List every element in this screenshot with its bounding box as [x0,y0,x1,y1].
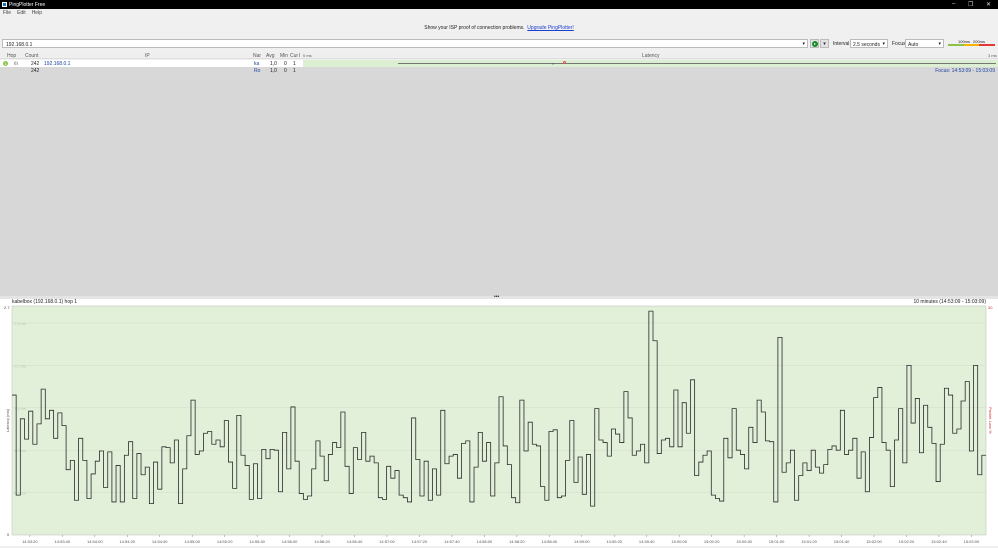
x-tick-label: 14:53:20 [22,539,38,544]
focus-select[interactable]: Auto ▾ [905,39,944,48]
y2-max-label: 30 [988,305,993,310]
table-row[interactable]: 1 ılı 242 192.168.0.1 ka 1,0 0 1 × [0,60,998,67]
col-count[interactable]: Count [25,53,38,59]
latency-range-line [398,63,996,64]
trace-table-header: Hop Count IP Nar Avg Min Cur I 0 ms Late… [0,52,998,59]
x-tick-label: 14:55:40 [249,539,265,544]
x-tick-label: 15:01:40 [834,539,850,544]
x-tick-label: 14:55:20 [217,539,233,544]
x-tick-label: 14:54:20 [119,539,135,544]
interval-label: Interval [833,41,850,47]
col-name[interactable]: Nar [253,53,261,59]
chevron-down-icon[interactable]: ▾ [802,41,805,47]
promo-banner: Show your ISP proof of connection proble… [0,25,998,31]
title-bar: PingPlotter Free – ❐ ✕ [0,0,998,9]
x-tick-label: 14:57:40 [444,539,460,544]
col-avg[interactable]: Avg [266,53,275,59]
x-tick-label: 15:02:00 [866,539,882,544]
x-tick-label: 14:58:40 [542,539,558,544]
cur-marker-icon [563,61,566,64]
summary-row: 242 Ro 1,0 0 1 Focus: 14:53:09 - 15:03:0… [0,67,998,74]
col-latency[interactable]: Latency [642,53,660,59]
menu-edit[interactable]: Edit [17,10,26,16]
x-tick-label: 14:58:00 [477,539,493,544]
x-tick-label: 15:02:40 [931,539,947,544]
upgrade-link[interactable]: Upgrade PingPlotter! [527,25,573,31]
x-tick-label: 15:02:20 [899,539,915,544]
menu-file[interactable]: File [3,10,11,16]
x-tick-label: 14:58:20 [509,539,525,544]
x-tick-label: 14:56:40 [347,539,363,544]
chevron-down-icon: ▾ [882,41,885,47]
y-min-label: 0 [7,532,10,537]
x-tick-label: 15:00:20 [704,539,720,544]
x-tick-label: 14:56:20 [314,539,330,544]
hop-status-icon: 1 [3,61,8,66]
menu-help[interactable]: Help [32,10,42,16]
banner-text: Show your ISP proof of connection proble… [424,25,525,31]
latency-min-label: 0 ms [303,53,312,58]
focus-label: Focus [892,41,906,47]
x-tick-label: 14:56:00 [282,539,298,544]
play-icon [812,41,818,47]
target-value: 192.168.0.1 [6,42,33,48]
col-ip[interactable]: IP [145,53,150,59]
x-tick-label: 14:59:00 [574,539,590,544]
y-tick-label: 2,0 ms [14,363,26,368]
x-tick-label: 14:57:20 [412,539,428,544]
x-tick-label: 14:54:40 [152,539,168,544]
x-tick-label: 14:54:00 [87,539,103,544]
y-tick-label: 2,5 ms [14,321,26,326]
app-icon [2,2,7,7]
x-tick-label: 15:01:20 [801,539,817,544]
latency-graph-cell: × [303,60,998,67]
y-max-label: 2.7 [4,305,10,310]
x-tick-label: 15:00:40 [736,539,752,544]
interval-select[interactable]: 2.5 seconds ▾ [850,39,888,48]
start-trace-button[interactable] [810,39,819,48]
x-tick-label: 15:01:00 [769,539,785,544]
x-tick-label: 14:59:20 [606,539,622,544]
menu-bar: File Edit Help [0,10,998,18]
chevron-down-icon: ▾ [938,41,941,47]
latency-scale-legend: 100ms 200ms [946,39,996,48]
col-min[interactable]: Min [280,53,288,59]
latency-chart: 2,5 ms 2,0 ms 1,5 ms 1,0 ms 0,5 ms 2.7 0 30 Late… [0,305,998,546]
x-tick-label: 15:00:00 [671,539,687,544]
x-tick-label: 14:57:00 [379,539,395,544]
trace-options-dropdown[interactable]: ▾ [820,39,829,48]
x-tick-label: 15:03:00 [964,539,980,544]
latency-max-label: 3 ms [988,53,997,58]
close-icon[interactable]: ✕ [986,1,991,8]
col-pl[interactable]: I [299,53,300,59]
trace-empty-area [0,74,998,296]
restore-icon[interactable]: ❐ [968,1,973,8]
focus-value: Auto [908,42,919,48]
y2-axis-label: Packet Loss % [988,407,993,434]
x-tick-label: 14:59:40 [639,539,655,544]
interval-value: 2.5 seconds [853,42,880,48]
x-tick-label: 14:55:00 [184,539,200,544]
minimize-icon[interactable]: – [952,1,955,7]
latency-chart-svg: 2,5 ms2,0 ms1,5 ms1,0 ms0,5 ms2.7030Late… [4,305,993,544]
x-tick-label: 14:53:40 [55,539,71,544]
col-hop[interactable]: Hop [7,53,16,59]
y-axis-label: Latency (ms) [5,408,10,432]
target-input[interactable]: 192.168.0.1 ▾ [2,39,808,48]
col-cur[interactable]: Cur [290,53,298,59]
avg-marker-icon: × [552,61,555,66]
window-title: PingPlotter Free [9,2,46,8]
